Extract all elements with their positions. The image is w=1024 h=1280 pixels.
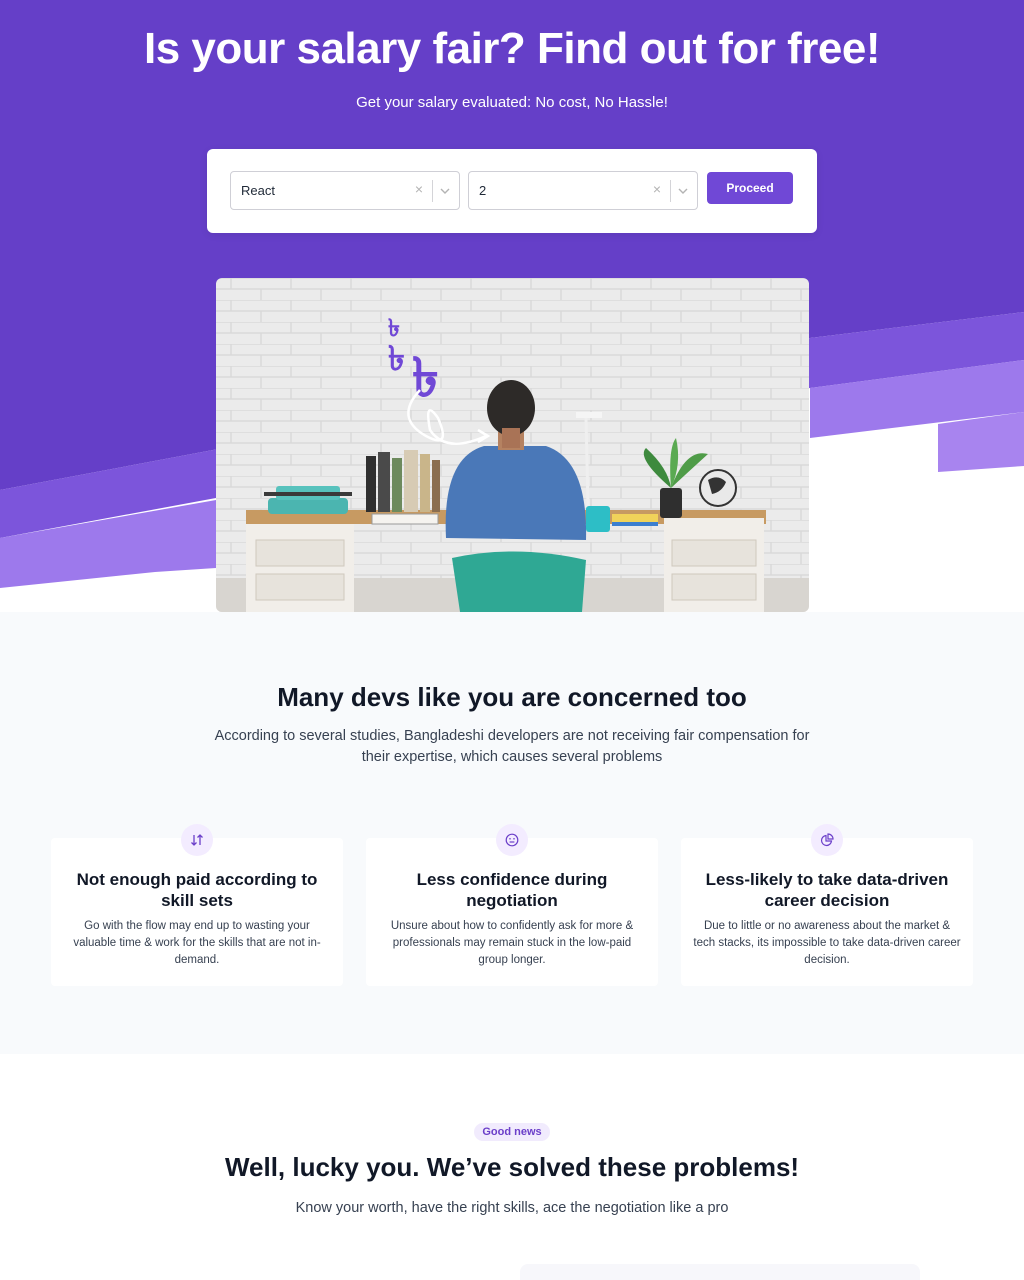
- concern-card: Less-likely to take data-driven career d…: [681, 824, 973, 986]
- pie-chart-icon: [811, 824, 843, 856]
- experience-select-value: 2: [479, 183, 487, 198]
- taka-glyph-large: ৳: [412, 346, 439, 409]
- clear-experience-icon[interactable]: ×: [653, 181, 661, 197]
- concerns-section: Many devs like you are concerned too Acc…: [0, 612, 1024, 1054]
- solutions-title: Well, lucky you. We’ve solved these prob…: [224, 1152, 800, 1182]
- proceed-button[interactable]: Proceed: [707, 172, 793, 204]
- hero-photo: ৳ ৳ ৳: [216, 278, 809, 612]
- chevron-down-icon[interactable]: [677, 185, 689, 197]
- solutions-section: Good news Well, lucky you. We’ve solved …: [0, 1054, 1024, 1280]
- concern-card-title: Less-likely to take data-driven career d…: [705, 870, 949, 910]
- salary-search-form: React × 2 × Proceed: [207, 149, 817, 233]
- concern-card-description: Due to little or no awareness about the …: [693, 920, 961, 966]
- concern-card-title: Less confidence during negotiation: [416, 870, 608, 910]
- developer-at-desk-illustration: ৳ ৳ ৳: [216, 278, 809, 612]
- concern-card: Less confidence during negotiation Unsur…: [366, 824, 658, 986]
- good-news-badge: Good news: [474, 1123, 550, 1141]
- taka-glyph-small: ৳: [388, 314, 400, 342]
- taka-glyph-medium: ৳: [388, 339, 405, 379]
- chevron-down-icon[interactable]: [439, 185, 451, 197]
- concerns-description: According to several studies, Bangladesh…: [214, 728, 810, 765]
- hero-subtitle: Get your salary evaluated: No cost, No H…: [356, 94, 668, 111]
- sort-descending-icon: [181, 824, 213, 856]
- hero-section: Is your salary fair? Find out for free! …: [0, 0, 1024, 612]
- next-card-peek: [520, 1264, 920, 1280]
- concern-card-title: Not enough paid according to skill sets: [76, 870, 318, 910]
- select-separator: [432, 180, 433, 202]
- concerns-title: Many devs like you are concerned too: [277, 682, 747, 712]
- skill-select[interactable]: React ×: [230, 171, 460, 210]
- neutral-face-icon: [496, 824, 528, 856]
- concern-card: Not enough paid according to skill sets …: [51, 824, 343, 986]
- clear-skill-icon[interactable]: ×: [415, 181, 423, 197]
- concern-card-description: Go with the flow may end up to wasting y…: [73, 920, 321, 966]
- select-separator: [670, 180, 671, 202]
- solutions-subtitle: Know your worth, have the right skills, …: [295, 1200, 729, 1216]
- hero-title: Is your salary fair? Find out for free!: [144, 24, 880, 73]
- concern-card-description: Unsure about how to confidently ask for …: [390, 920, 634, 966]
- experience-select[interactable]: 2 ×: [468, 171, 698, 210]
- skill-select-value: React: [241, 183, 275, 198]
